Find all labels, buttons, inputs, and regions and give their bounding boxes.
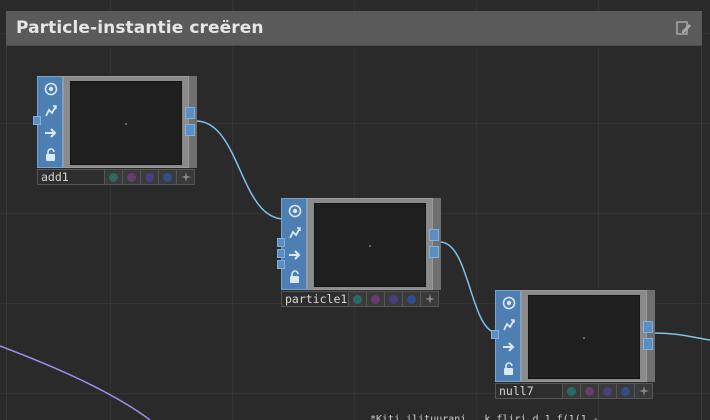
bypass-icon[interactable] bbox=[287, 225, 303, 241]
sparkle-icon bbox=[180, 172, 191, 182]
clone-flag-dot[interactable] bbox=[563, 383, 581, 399]
node-viewer bbox=[314, 203, 426, 287]
flag-dot-icon bbox=[353, 294, 362, 304]
lock-icon[interactable] bbox=[287, 269, 303, 285]
flag-dot-icon bbox=[603, 386, 612, 396]
render-flag-dot[interactable] bbox=[617, 383, 635, 399]
flag-dot-icon bbox=[585, 386, 594, 396]
node-add1[interactable]: add1 bbox=[33, 76, 197, 186]
output-connector[interactable] bbox=[429, 246, 439, 258]
display-icon[interactable] bbox=[287, 247, 303, 263]
flag-dot-icon bbox=[127, 172, 136, 182]
clone-flag-dot[interactable] bbox=[349, 291, 367, 307]
node-body[interactable] bbox=[521, 290, 647, 382]
output-connector[interactable] bbox=[643, 338, 653, 350]
template-flag-dot[interactable] bbox=[581, 383, 599, 399]
input-connector[interactable] bbox=[277, 249, 285, 258]
output-connector[interactable] bbox=[185, 107, 195, 119]
node-options-button[interactable] bbox=[421, 291, 439, 307]
lock-icon[interactable] bbox=[501, 361, 517, 377]
title-bar: Particle-instantie creëren bbox=[6, 11, 702, 46]
flag-dot-icon bbox=[567, 386, 576, 396]
viewer-icon[interactable] bbox=[287, 203, 303, 219]
lock-icon[interactable] bbox=[43, 147, 59, 163]
render-flag-dot[interactable] bbox=[403, 291, 421, 307]
window-title: Particle-instantie creëren bbox=[16, 18, 264, 38]
wire-null7-out[interactable] bbox=[653, 332, 710, 341]
render-flag-dot[interactable] bbox=[159, 169, 177, 185]
flag-dot-icon bbox=[407, 294, 416, 304]
output-connector[interactable] bbox=[643, 321, 653, 333]
expose-flag-dot[interactable] bbox=[385, 291, 403, 307]
bypass-icon[interactable] bbox=[43, 103, 59, 119]
node-viewer bbox=[70, 81, 182, 165]
node-options-button[interactable] bbox=[635, 383, 653, 399]
node-options-button[interactable] bbox=[177, 169, 195, 185]
input-connector[interactable] bbox=[277, 238, 285, 247]
template-flag-dot[interactable] bbox=[123, 169, 141, 185]
node-footer: add1 bbox=[37, 169, 195, 185]
flag-dot-icon bbox=[371, 294, 380, 304]
wire-add1-to-particle1[interactable] bbox=[195, 120, 285, 220]
flag-dot-icon bbox=[109, 172, 118, 182]
output-connector[interactable] bbox=[185, 124, 195, 136]
sparkle-icon bbox=[638, 386, 649, 396]
clone-flag-dot[interactable] bbox=[105, 169, 123, 185]
display-icon[interactable] bbox=[43, 125, 59, 141]
purple-wire[interactable] bbox=[0, 345, 151, 420]
node-particle1[interactable]: particle1 bbox=[277, 198, 441, 308]
template-flag-dot[interactable] bbox=[367, 291, 385, 307]
node-right-strip bbox=[647, 290, 655, 382]
node-name-field[interactable]: null7 bbox=[495, 383, 563, 399]
edit-icon[interactable] bbox=[676, 20, 692, 36]
node-right-strip bbox=[433, 198, 441, 290]
node-footer: particle1 bbox=[281, 291, 439, 307]
input-connector[interactable] bbox=[277, 260, 285, 269]
expose-flag-dot[interactable] bbox=[599, 383, 617, 399]
node-name-field[interactable]: add1 bbox=[37, 169, 105, 185]
viewer-center-dot bbox=[369, 245, 371, 247]
node-footer: null7 bbox=[495, 383, 653, 399]
bypass-icon[interactable] bbox=[501, 317, 517, 333]
viewer-center-dot bbox=[125, 123, 127, 125]
viewer-icon[interactable] bbox=[501, 295, 517, 311]
node-name-field[interactable]: particle1 bbox=[281, 291, 349, 307]
output-connector[interactable] bbox=[429, 229, 439, 241]
viewer-icon[interactable] bbox=[43, 81, 59, 97]
flag-dot-icon bbox=[389, 294, 398, 304]
flag-dot-icon bbox=[621, 386, 630, 396]
flag-dot-icon bbox=[163, 172, 172, 182]
wire-particle1-to-null7[interactable] bbox=[439, 241, 499, 334]
node-right-strip bbox=[189, 76, 197, 168]
node-body[interactable] bbox=[63, 76, 189, 168]
node-body[interactable] bbox=[307, 198, 433, 290]
node-null7[interactable]: null7 bbox=[491, 290, 655, 400]
viewer-center-dot bbox=[583, 337, 585, 339]
bottom-status-text: *Kiti ilituurani...k fliri d 1.f(1(1.- bbox=[370, 414, 599, 420]
flag-dot-icon bbox=[145, 172, 154, 182]
display-icon[interactable] bbox=[501, 339, 517, 355]
node-viewer bbox=[528, 295, 640, 379]
sparkle-icon bbox=[424, 294, 435, 304]
input-connector[interactable] bbox=[33, 116, 41, 125]
input-connector[interactable] bbox=[491, 330, 499, 339]
expose-flag-dot[interactable] bbox=[141, 169, 159, 185]
